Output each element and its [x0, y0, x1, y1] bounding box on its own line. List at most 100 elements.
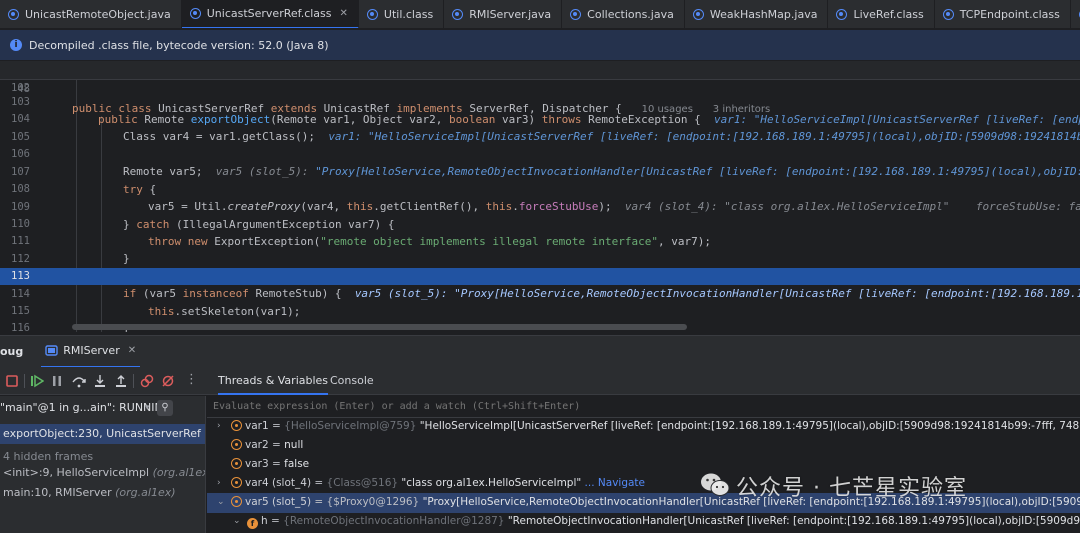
tab-label: Util.class — [383, 8, 434, 21]
variables-panel: › var1 = {HelloServiceImpl@759} "HelloSe… — [207, 396, 1080, 533]
stack-frame[interactable]: main:10, RMIServer (org.al1ex) — [3, 483, 176, 502]
tab-collections-java[interactable]: Collections.java — [562, 0, 685, 28]
chevron-right-icon[interactable]: › — [217, 417, 221, 437]
code-line[interactable]: 112 — [0, 251, 1080, 268]
tab-liveref-class[interactable]: LiveRef.class — [828, 0, 935, 28]
code-line[interactable]: 108 var5 = Util.createProxy(var4, this.g… — [0, 181, 1080, 213]
code-line[interactable]: 106 Remote var5; var5 (slot_5): "Proxy[H… — [0, 146, 1080, 178]
tab-console[interactable]: Console — [330, 367, 374, 395]
code-line[interactable]: 111 } — [0, 233, 1080, 265]
code-line[interactable]: 110 throw new ExportException("remote ob… — [0, 216, 1080, 248]
local-variable-icon — [231, 477, 242, 488]
tab-label: Collections.java — [587, 8, 674, 21]
parameter-icon — [231, 439, 242, 450]
horizontal-scrollbar[interactable] — [72, 324, 687, 330]
toolbar-divider — [24, 374, 25, 388]
info-icon: i — [10, 39, 22, 51]
resume-icon[interactable] — [30, 374, 44, 388]
variable-row[interactable]: var2 = null — [207, 436, 1080, 456]
code-line[interactable]: 109 } catch (IllegalArgumentException va… — [0, 199, 1080, 231]
code-line[interactable]: 115 } — [0, 303, 1080, 332]
run-config-icon — [45, 345, 58, 356]
class-file-icon — [189, 8, 201, 19]
variable-type: {Class@516} — [326, 477, 402, 489]
frame-method: <init>:9, HelloServiceImpl — [3, 466, 150, 479]
variable-value: "HelloServiceImpl[UnicastServerRef [live… — [419, 420, 1080, 432]
tab-threads-variables[interactable]: Threads & Variables — [218, 367, 329, 395]
variable-name: var2 — [245, 439, 269, 451]
field-icon: f — [247, 518, 258, 529]
variable-type: {RemoteObjectInvocationHandler@1287} — [283, 515, 508, 527]
tab-util-class[interactable]: Util.class — [359, 0, 445, 28]
thread-selector[interactable]: "main"@1 in g...ain": RUNNING ▾ ⚲ — [0, 396, 205, 420]
variable-eq: = — [311, 477, 327, 489]
step-over-icon[interactable] — [72, 374, 86, 388]
tab-tcpendpoint-class[interactable]: TCPEndpoint.class — [935, 0, 1071, 28]
tab-label: UnicastRemoteObject.java — [25, 8, 171, 21]
frame-class: (org.al1ex) — [115, 486, 176, 499]
code-line[interactable]: 103 public Remote exportObject(Remote va… — [0, 94, 1080, 126]
step-into-icon[interactable] — [93, 374, 107, 388]
line-number: 110 — [11, 218, 30, 230]
frame-class: (sun.rm — [204, 427, 205, 440]
watermark-text: 公众号 · 七芒星实验室 — [736, 476, 967, 501]
variable-value: "class org.al1ex.HelloServiceImpl" — [401, 477, 582, 489]
variable-eq: = — [311, 496, 327, 508]
line-number: 112 — [11, 253, 30, 265]
tab-unicastremoteobject-java[interactable]: UnicastRemoteObject.java — [0, 0, 182, 28]
chevron-down-icon[interactable]: ⌄ — [217, 493, 225, 513]
line-number: 109 — [11, 201, 30, 213]
class-file-icon — [366, 9, 378, 20]
tab-weakhashmap-java[interactable]: WeakHashMap.java — [685, 0, 829, 28]
code-line[interactable]: 104 Class var4 = var1.getClass(); var1: … — [0, 111, 1080, 143]
variable-row[interactable]: › var1 = {HelloServiceImpl@759} "HelloSe… — [207, 417, 1080, 437]
tab-tc[interactable]: TC — [1071, 0, 1080, 28]
variable-type: {HelloServiceImpl@759} — [284, 420, 420, 432]
chevron-down-icon[interactable]: ⌄ — [233, 512, 241, 532]
variable-row[interactable]: ⌄ fh = {RemoteObjectInvocationHandler@12… — [207, 512, 1080, 532]
code-line[interactable]: 107 try { — [0, 164, 1080, 196]
variable-value: "RemoteObjectInvocationHandler[UnicastRe… — [507, 515, 1080, 527]
line-number: 116 — [11, 322, 30, 332]
tab-label: WeakHashMap.java — [709, 8, 818, 21]
tab-unicastserverref-class[interactable]: UnicastServerRef.class ✕ — [181, 0, 359, 28]
variable-eq: = — [267, 515, 284, 527]
java-file-icon — [8, 9, 19, 20]
code-line[interactable]: 114 this.setSkeleton(var1); — [0, 286, 1080, 318]
close-icon[interactable]: ✕ — [340, 8, 348, 19]
debug-session-tab[interactable]: RMIServer ✕ — [41, 336, 141, 368]
filter-icon[interactable]: ⚲ — [157, 400, 173, 416]
evaluate-expression-input[interactable] — [207, 396, 1080, 418]
stop-icon[interactable] — [5, 374, 19, 388]
close-icon[interactable]: ✕ — [128, 345, 136, 356]
chevron-down-icon: ▾ — [145, 403, 150, 413]
sticky-class-header[interactable]: 48 public class UnicastServerRef extends… — [0, 61, 1080, 115]
stack-frame[interactable]: <init>:9, HelloServiceImpl (org.al1ex) — [3, 463, 205, 482]
tab-label: RMIServer.java — [469, 8, 552, 21]
variable-type: {$Proxy0@1296} — [326, 496, 423, 508]
tab-label: TCPEndpoint.class — [959, 8, 1060, 21]
pause-icon[interactable] — [50, 374, 64, 388]
java-file-icon — [570, 9, 582, 20]
line-number: 105 — [11, 131, 30, 143]
code-line[interactable]: 105 — [0, 129, 1080, 146]
chevron-right-icon[interactable]: › — [217, 474, 221, 494]
line-number: 113 — [11, 270, 30, 282]
code-editor[interactable]: 48 public class UnicastServerRef extends… — [0, 61, 1080, 332]
mute-breakpoints-icon[interactable] — [161, 374, 175, 388]
variable-name: var5 (slot_5) — [245, 496, 312, 508]
step-out-icon[interactable] — [114, 374, 128, 388]
wechat-icon — [701, 473, 730, 496]
debug-toolbar: ⋮ Threads & Variables Console — [0, 367, 1080, 395]
frames-panel: "main"@1 in g...ain": RUNNING ▾ ⚲ export… — [0, 396, 206, 533]
more-options-icon[interactable]: ⋮ — [185, 372, 198, 387]
tab-label: LiveRef.class — [853, 8, 924, 21]
tab-label: UnicastServerRef.class — [206, 7, 332, 20]
navigate-link[interactable]: ... Navigate — [581, 477, 645, 489]
stack-frame[interactable]: exportObject:230, UnicastServerRef (sun.… — [0, 424, 205, 444]
tab-rmiserver-java[interactable]: RMIServer.java — [444, 0, 563, 28]
current-execution-line[interactable]: 113 if (var5 instanceof RemoteStub) { va… — [0, 268, 1080, 300]
parameter-icon — [231, 458, 242, 469]
line-number: 115 — [11, 305, 30, 317]
view-breakpoints-icon[interactable] — [140, 374, 154, 388]
